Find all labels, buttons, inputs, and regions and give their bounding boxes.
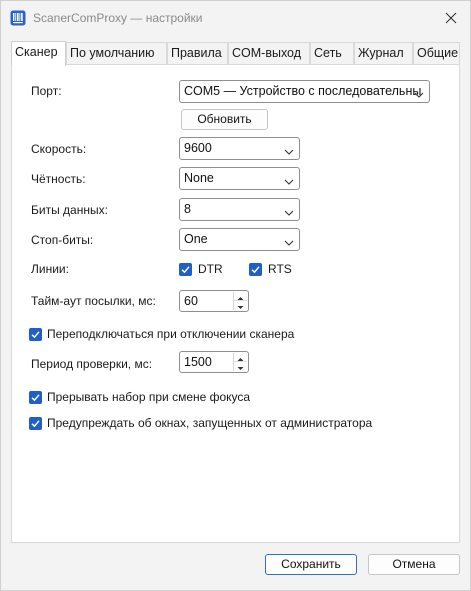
timeout-value: 60 bbox=[184, 294, 198, 308]
warn-admin-label: Предупреждать об окнах, запущенных от ад… bbox=[47, 416, 373, 430]
chevron-down-icon bbox=[284, 236, 294, 246]
tab-network[interactable]: Сеть bbox=[310, 42, 354, 65]
stepper-buttons bbox=[233, 353, 247, 371]
window-title: ScanerComProxy — настройки bbox=[33, 11, 203, 25]
parity-select[interactable]: None bbox=[179, 167, 300, 190]
databits-label: Биты данных: bbox=[31, 203, 108, 217]
refresh-button[interactable]: Обновить bbox=[181, 109, 268, 130]
speed-select[interactable]: 9600 bbox=[179, 137, 300, 160]
checkmark-icon bbox=[31, 420, 40, 428]
port-label: Порт: bbox=[31, 84, 62, 98]
interrupt-checkbox[interactable] bbox=[29, 391, 42, 404]
port-value: COM5 — Устройство с последовательны bbox=[184, 84, 422, 98]
dtr-label: DTR bbox=[198, 262, 223, 276]
port-select[interactable]: COM5 — Устройство с последовательны bbox=[179, 80, 430, 103]
speed-label: Скорость: bbox=[31, 142, 87, 156]
reconnect-checkbox[interactable] bbox=[29, 328, 42, 341]
rts-checkbox[interactable] bbox=[249, 263, 262, 276]
stepper-down-icon[interactable] bbox=[234, 362, 247, 371]
reconnect-label: Переподключаться при отключении сканера bbox=[47, 327, 295, 341]
interrupt-label: Прерывать набор при смене фокуса bbox=[47, 390, 251, 404]
tab-scanner[interactable]: Сканер bbox=[11, 41, 66, 66]
close-icon[interactable] bbox=[442, 9, 460, 27]
settings-window: ScanerComProxy — настройки Сканер По умо… bbox=[0, 0, 471, 591]
stopbits-value: One bbox=[184, 232, 208, 246]
title-bar[interactable]: ScanerComProxy — настройки bbox=[1, 1, 470, 35]
timeout-stepper[interactable]: 60 bbox=[179, 290, 249, 312]
period-stepper[interactable]: 1500 bbox=[179, 351, 249, 373]
tab-strip: Сканер По умолчанию Правила COM-выход Се… bbox=[11, 41, 460, 66]
checkmark-icon bbox=[31, 394, 40, 402]
timeout-label: Тайм-аут посылки, мс: bbox=[31, 294, 156, 308]
databits-value: 8 bbox=[184, 202, 191, 216]
stopbits-select[interactable]: One bbox=[179, 228, 300, 251]
stepper-buttons bbox=[233, 292, 247, 310]
dtr-checkbox[interactable] bbox=[179, 263, 192, 276]
save-button[interactable]: Сохранить bbox=[265, 554, 357, 575]
speed-value: 9600 bbox=[184, 141, 212, 155]
lines-label: Линии: bbox=[31, 262, 69, 276]
tab-log[interactable]: Журнал bbox=[354, 42, 413, 65]
chevron-down-icon bbox=[414, 88, 424, 98]
period-label: Период проверки, мс: bbox=[31, 357, 153, 371]
scanner-panel: Порт: COM5 — Устройство с последовательн… bbox=[11, 64, 460, 543]
chevron-down-icon bbox=[284, 175, 294, 185]
databits-select[interactable]: 8 bbox=[179, 198, 300, 221]
stepper-up-icon[interactable] bbox=[234, 353, 247, 362]
tab-rules[interactable]: Правила bbox=[167, 42, 228, 65]
checkmark-icon bbox=[181, 266, 190, 274]
app-icon bbox=[10, 10, 26, 26]
stepper-up-icon[interactable] bbox=[234, 292, 247, 301]
stopbits-label: Стоп-биты: bbox=[31, 233, 94, 247]
chevron-down-icon bbox=[284, 145, 294, 155]
parity-value: None bbox=[184, 171, 214, 185]
tab-general[interactable]: Общие bbox=[413, 42, 460, 65]
chevron-down-icon bbox=[284, 206, 294, 216]
parity-label: Чётность: bbox=[31, 172, 86, 186]
warn-admin-checkbox[interactable] bbox=[29, 417, 42, 430]
tab-defaults[interactable]: По умолчанию bbox=[66, 42, 167, 65]
period-value: 1500 bbox=[184, 355, 212, 369]
cancel-button[interactable]: Отмена bbox=[368, 554, 460, 575]
rts-label: RTS bbox=[268, 262, 292, 276]
checkmark-icon bbox=[251, 266, 260, 274]
tab-com-output[interactable]: COM-выход bbox=[228, 42, 310, 65]
checkmark-icon bbox=[31, 331, 40, 339]
stepper-down-icon[interactable] bbox=[234, 301, 247, 310]
